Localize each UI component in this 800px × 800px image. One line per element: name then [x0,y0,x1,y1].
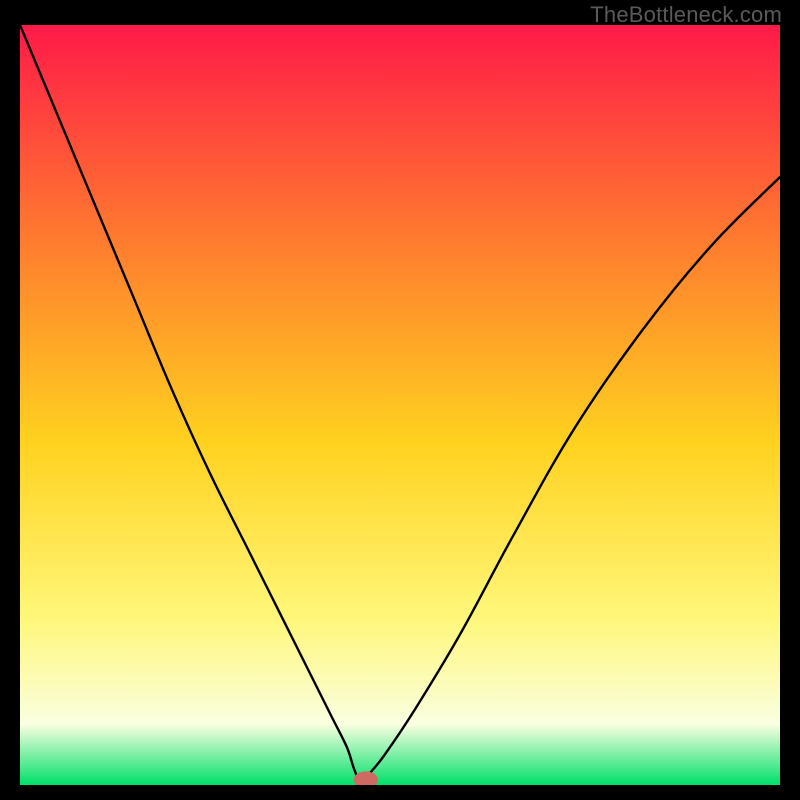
chart-svg [20,25,780,785]
gradient-background [20,25,780,785]
plot-area [20,25,780,785]
chart-frame: TheBottleneck.com [0,0,800,800]
watermark-text: TheBottleneck.com [590,2,782,28]
